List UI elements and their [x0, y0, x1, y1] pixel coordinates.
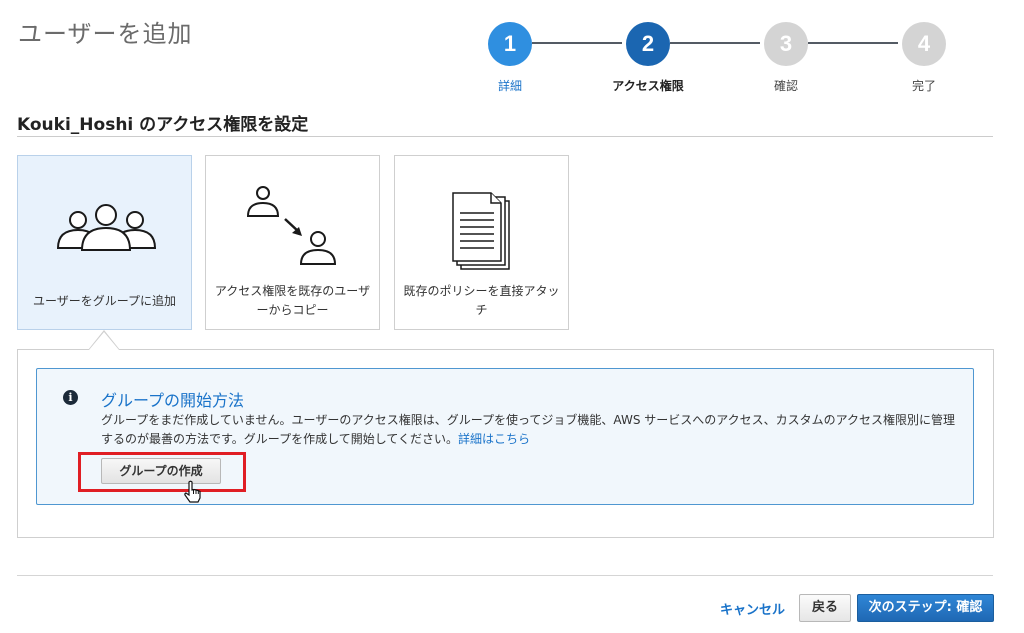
option-add-to-group[interactable]: ユーザーをグループに追加 — [17, 155, 192, 330]
info-icon: i — [63, 390, 78, 405]
users-group-icon — [56, 204, 157, 251]
highlight-annotation — [78, 452, 246, 492]
step-3-label: 確認 — [773, 79, 798, 93]
step-4-circle: 4 — [902, 22, 946, 66]
footer-divider — [17, 575, 993, 576]
copy-user-icon — [246, 186, 337, 265]
step-connector — [670, 42, 760, 44]
hand-cursor-icon — [184, 480, 201, 503]
option-label: アクセス権限を既存のユーザーからコピー — [214, 284, 371, 317]
learn-more-link[interactable]: 詳細はこちら — [458, 432, 530, 446]
step-4-label: 完了 — [911, 79, 936, 93]
cancel-link[interactable]: キャンセル — [720, 599, 785, 618]
panel-pointer-fill — [89, 332, 119, 350]
section-divider — [17, 136, 993, 137]
next-step-button[interactable]: 次のステップ: 確認 — [857, 594, 994, 622]
step-2-circle: 2 — [626, 22, 670, 66]
option-copy-permissions[interactable]: アクセス権限を既存のユーザーからコピー — [205, 155, 380, 330]
documents-icon — [452, 192, 510, 270]
wizard-stepper: 1 2 3 4 詳細 アクセス権限 確認 完了 — [0, 0, 1024, 100]
step-1-circle[interactable]: 1 — [488, 22, 532, 66]
step-connector — [808, 42, 898, 44]
step-3-circle: 3 — [764, 22, 808, 66]
step-connector — [532, 42, 622, 44]
option-attach-policies[interactable]: 既存のポリシーを直接アタッチ — [394, 155, 569, 330]
back-button[interactable]: 戻る — [799, 594, 851, 622]
info-title: グループの開始方法 — [101, 391, 245, 410]
step-1-label[interactable]: 詳細 — [450, 77, 570, 94]
option-label: ユーザーをグループに追加 — [32, 294, 177, 308]
option-label: 既存のポリシーを直接アタッチ — [403, 284, 560, 317]
section-title: Kouki_Hoshi のアクセス権限を設定 — [17, 115, 309, 135]
step-2-label: アクセス権限 — [612, 79, 684, 93]
info-text: グループをまだ作成していません。ユーザーのアクセス権限は、グループを使ってジョブ… — [101, 411, 961, 449]
